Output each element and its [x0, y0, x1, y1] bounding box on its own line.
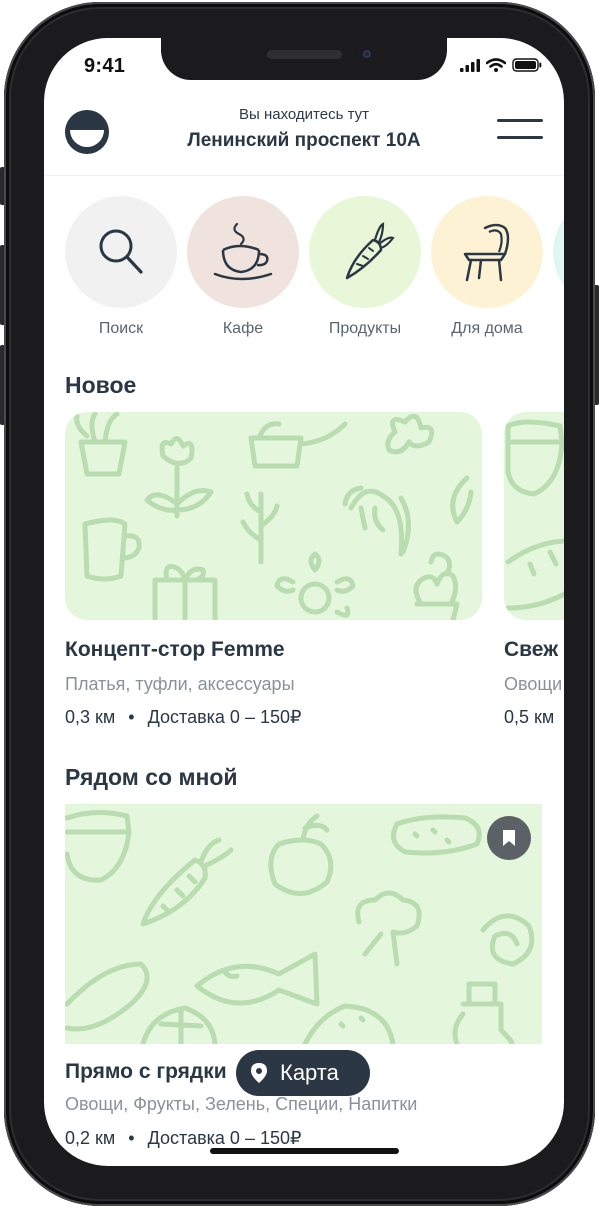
- location-address[interactable]: Ленинский проспект 10А: [44, 130, 564, 152]
- category-home[interactable]: Для дома: [431, 196, 543, 338]
- wifi-icon: [486, 58, 506, 72]
- menu-icon-line: [497, 136, 543, 139]
- category-circle: [187, 196, 299, 308]
- map-pin-icon: [251, 1063, 267, 1083]
- map-button[interactable]: Карта: [236, 1050, 370, 1096]
- chair-icon: [463, 223, 510, 282]
- store-delivery: Доставка 0 – 150₽: [147, 707, 302, 727]
- status-icons: [460, 58, 542, 72]
- notch: [161, 38, 447, 80]
- battery-icon: [512, 58, 542, 72]
- menu-icon-line: [497, 119, 543, 122]
- store-distance: 0,5 км: [504, 707, 555, 727]
- meta-separator: •: [128, 707, 135, 727]
- section-title-new: Новое: [65, 372, 137, 398]
- app-screen: 9:41 Вы находитесь тут Ленинский проспек…: [44, 38, 564, 1166]
- location-caption: Вы находитесь тут: [239, 106, 369, 123]
- signal-icon: [460, 58, 480, 72]
- status-time: 9:41: [84, 55, 126, 77]
- store-card-meta: 0,2 км • Доставка 0 – 150₽: [65, 1128, 301, 1149]
- section-title-nearby: Рядом со мной: [65, 764, 238, 790]
- store-card-subtitle: Платья, туфли, аксессуары: [65, 674, 295, 694]
- menu-button[interactable]: [497, 119, 543, 143]
- store-card-subtitle: Овощи, Фрукты, Зелень, Специи, Напитки: [65, 1094, 418, 1114]
- store-card-image[interactable]: [504, 412, 564, 620]
- category-circle: [309, 196, 421, 308]
- category-label: Поиск: [98, 320, 144, 337]
- doodle-pattern: [65, 810, 535, 1044]
- store-card-meta: 0,5 км: [504, 707, 554, 728]
- front-camera: [359, 46, 375, 62]
- coffee-cup-icon: [213, 222, 273, 281]
- app-header: Вы находитесь тут Ленинский проспект 10А: [44, 102, 564, 176]
- category-circle: [553, 196, 564, 308]
- bookmark-icon: [503, 830, 515, 846]
- search-icon: [99, 229, 143, 274]
- doodle-pattern: [505, 419, 564, 611]
- category-label: Кафе: [222, 320, 264, 337]
- doodle-pattern: [74, 412, 474, 620]
- store-card-image[interactable]: [65, 412, 482, 620]
- store-card-subtitle: Овощи: [504, 674, 563, 694]
- phone-frame: 9:41 Вы находитесь тут Ленинский проспек…: [4, 2, 595, 1206]
- category-label: Для дома: [451, 320, 523, 337]
- map-button-label: Карта: [280, 1060, 339, 1085]
- store-card-image[interactable]: [65, 804, 542, 1044]
- carrot-icon: [345, 222, 395, 280]
- store-distance: 0,2 км: [65, 1128, 116, 1148]
- store-card-title[interactable]: Прямо с грядки: [65, 1060, 227, 1084]
- store-card-meta: 0,3 км • Доставка 0 – 150₽: [65, 707, 301, 728]
- category-cafe[interactable]: Кафе: [187, 196, 299, 338]
- category-search[interactable]: Поиск: [65, 196, 177, 338]
- store-card-title[interactable]: Концепт-стор Femme: [65, 638, 285, 662]
- category-list: Поиск Кафе Продукты Для дома: [44, 196, 564, 346]
- bookmark-button[interactable]: [487, 816, 531, 860]
- store-card-title[interactable]: Свеж: [504, 638, 558, 662]
- category-more[interactable]: [553, 196, 564, 308]
- category-products[interactable]: Продукты: [309, 196, 421, 338]
- category-label: Продукты: [328, 320, 402, 337]
- speaker-grille: [267, 50, 342, 59]
- category-circle: [65, 196, 177, 308]
- meta-separator: •: [128, 1128, 135, 1148]
- home-indicator[interactable]: [210, 1148, 399, 1154]
- category-circle: [431, 196, 543, 308]
- store-distance: 0,3 км: [65, 707, 116, 727]
- store-delivery: Доставка 0 – 150₽: [147, 1128, 302, 1148]
